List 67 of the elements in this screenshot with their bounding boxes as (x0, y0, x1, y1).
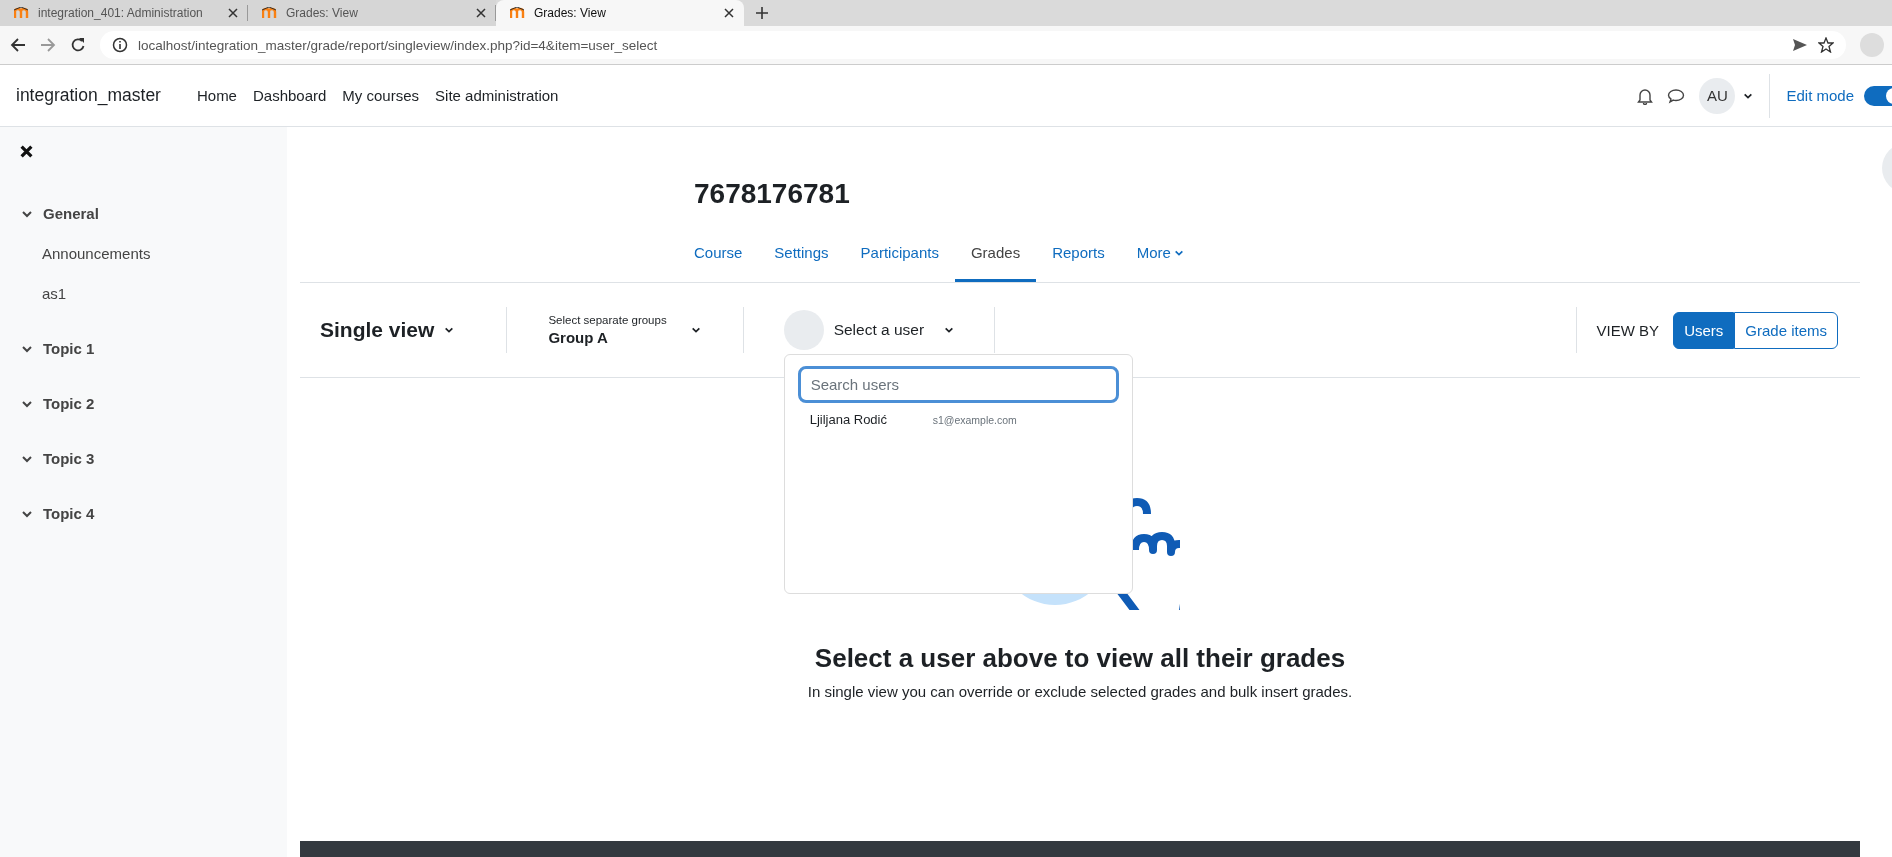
course-title: 7678176781 (694, 177, 851, 211)
section-title: Topic 1 (43, 340, 95, 357)
section-heading[interactable]: Topic 2 (0, 376, 287, 431)
report-selector[interactable]: Single view (320, 318, 455, 342)
send-icon[interactable] (1792, 38, 1808, 52)
caret-icon (690, 325, 701, 335)
section-heading[interactable]: Topic 3 (0, 431, 287, 486)
browser-tab[interactable]: Grades: View (248, 0, 496, 26)
user-option[interactable]: Ljiljana Rodić s1@example.com (797, 403, 1119, 436)
reload-icon[interactable] (70, 37, 86, 53)
group-selector[interactable]: Select separate groups Group A (548, 314, 701, 346)
sidebar-item[interactable]: as1 (0, 273, 287, 313)
nav-link[interactable]: Dashboard (252, 87, 327, 104)
bell-icon[interactable] (1637, 86, 1654, 105)
chat-icon[interactable] (1667, 87, 1686, 104)
nav-link[interactable]: My courses (342, 87, 420, 104)
view-by-label: VIEW BY (1596, 321, 1660, 339)
view-by-option[interactable]: Grade items (1734, 311, 1838, 349)
course-tab[interactable]: Reports (1036, 227, 1121, 282)
course-tab[interactable]: Participants (844, 227, 955, 282)
section-title: Topic 4 (43, 505, 95, 522)
caret-icon (444, 325, 455, 335)
course-tab[interactable]: Settings (758, 227, 845, 282)
url-text: localhost/integration_master/grade/report/singleview/index.php?id=4&item=user_select (138, 37, 659, 53)
forward-icon[interactable] (40, 37, 56, 53)
caret-icon (944, 325, 955, 335)
user-name: Ljiljana Rodić (809, 412, 888, 427)
edit-mode-label: Edit mode (1786, 87, 1854, 104)
info-icon (112, 37, 128, 53)
new-tab-icon[interactable] (756, 7, 768, 19)
tab-title: integration_401: Administration (38, 6, 204, 20)
m-logo-icon (510, 7, 526, 19)
site-name[interactable]: integration_master (16, 85, 161, 106)
course-tab[interactable]: Course (678, 227, 759, 282)
empty-state-heading: Select a user above to view all their grades (814, 642, 1346, 674)
section-heading[interactable]: Topic 4 (0, 486, 287, 541)
tab-title: Grades: View (534, 6, 607, 20)
close-icon[interactable] (476, 8, 486, 18)
section-title: General (43, 205, 99, 222)
m-logo-icon (14, 7, 30, 19)
group-label: Select separate groups (548, 314, 667, 326)
caret-icon (1173, 248, 1184, 258)
user-email: s1@example.com (932, 414, 1017, 426)
group-value: Group A (548, 329, 609, 346)
nav-link[interactable]: Site administration (435, 87, 559, 104)
close-icon[interactable] (724, 8, 734, 18)
browser-tab[interactable]: integration_401: Administration (0, 0, 248, 26)
m-logo-icon (262, 7, 278, 19)
address-bar[interactable]: localhost/integration_master/grade/report/singleview/index.php?id=4&item=user_select (100, 31, 1846, 59)
course-tab[interactable]: Grades (954, 227, 1037, 282)
search-field[interactable]: Search users (797, 366, 1119, 403)
empty-state-text: In single view you can override or exclude selected grades and bulk insert grades. (807, 682, 1353, 702)
view-by-option[interactable]: Users (1673, 311, 1735, 349)
back-icon[interactable] (10, 37, 26, 53)
browser-tab[interactable]: Grades: View (496, 0, 744, 26)
user-selector-label: Select a user (833, 321, 925, 339)
close-icon[interactable] (228, 8, 238, 18)
tab-title: Grades: View (286, 6, 359, 20)
nav-link[interactable]: Home (196, 87, 237, 104)
edit-mode-toggle[interactable] (1864, 85, 1892, 106)
section-title: Topic 2 (43, 395, 95, 412)
section-title: Topic 3 (43, 450, 95, 467)
course-tab[interactable]: More (1120, 227, 1200, 282)
section-heading[interactable]: Topic 1 (0, 321, 287, 376)
user-avatar[interactable]: AU (1699, 77, 1736, 114)
star-icon[interactable] (1818, 37, 1834, 53)
close-icon[interactable] (20, 145, 33, 158)
